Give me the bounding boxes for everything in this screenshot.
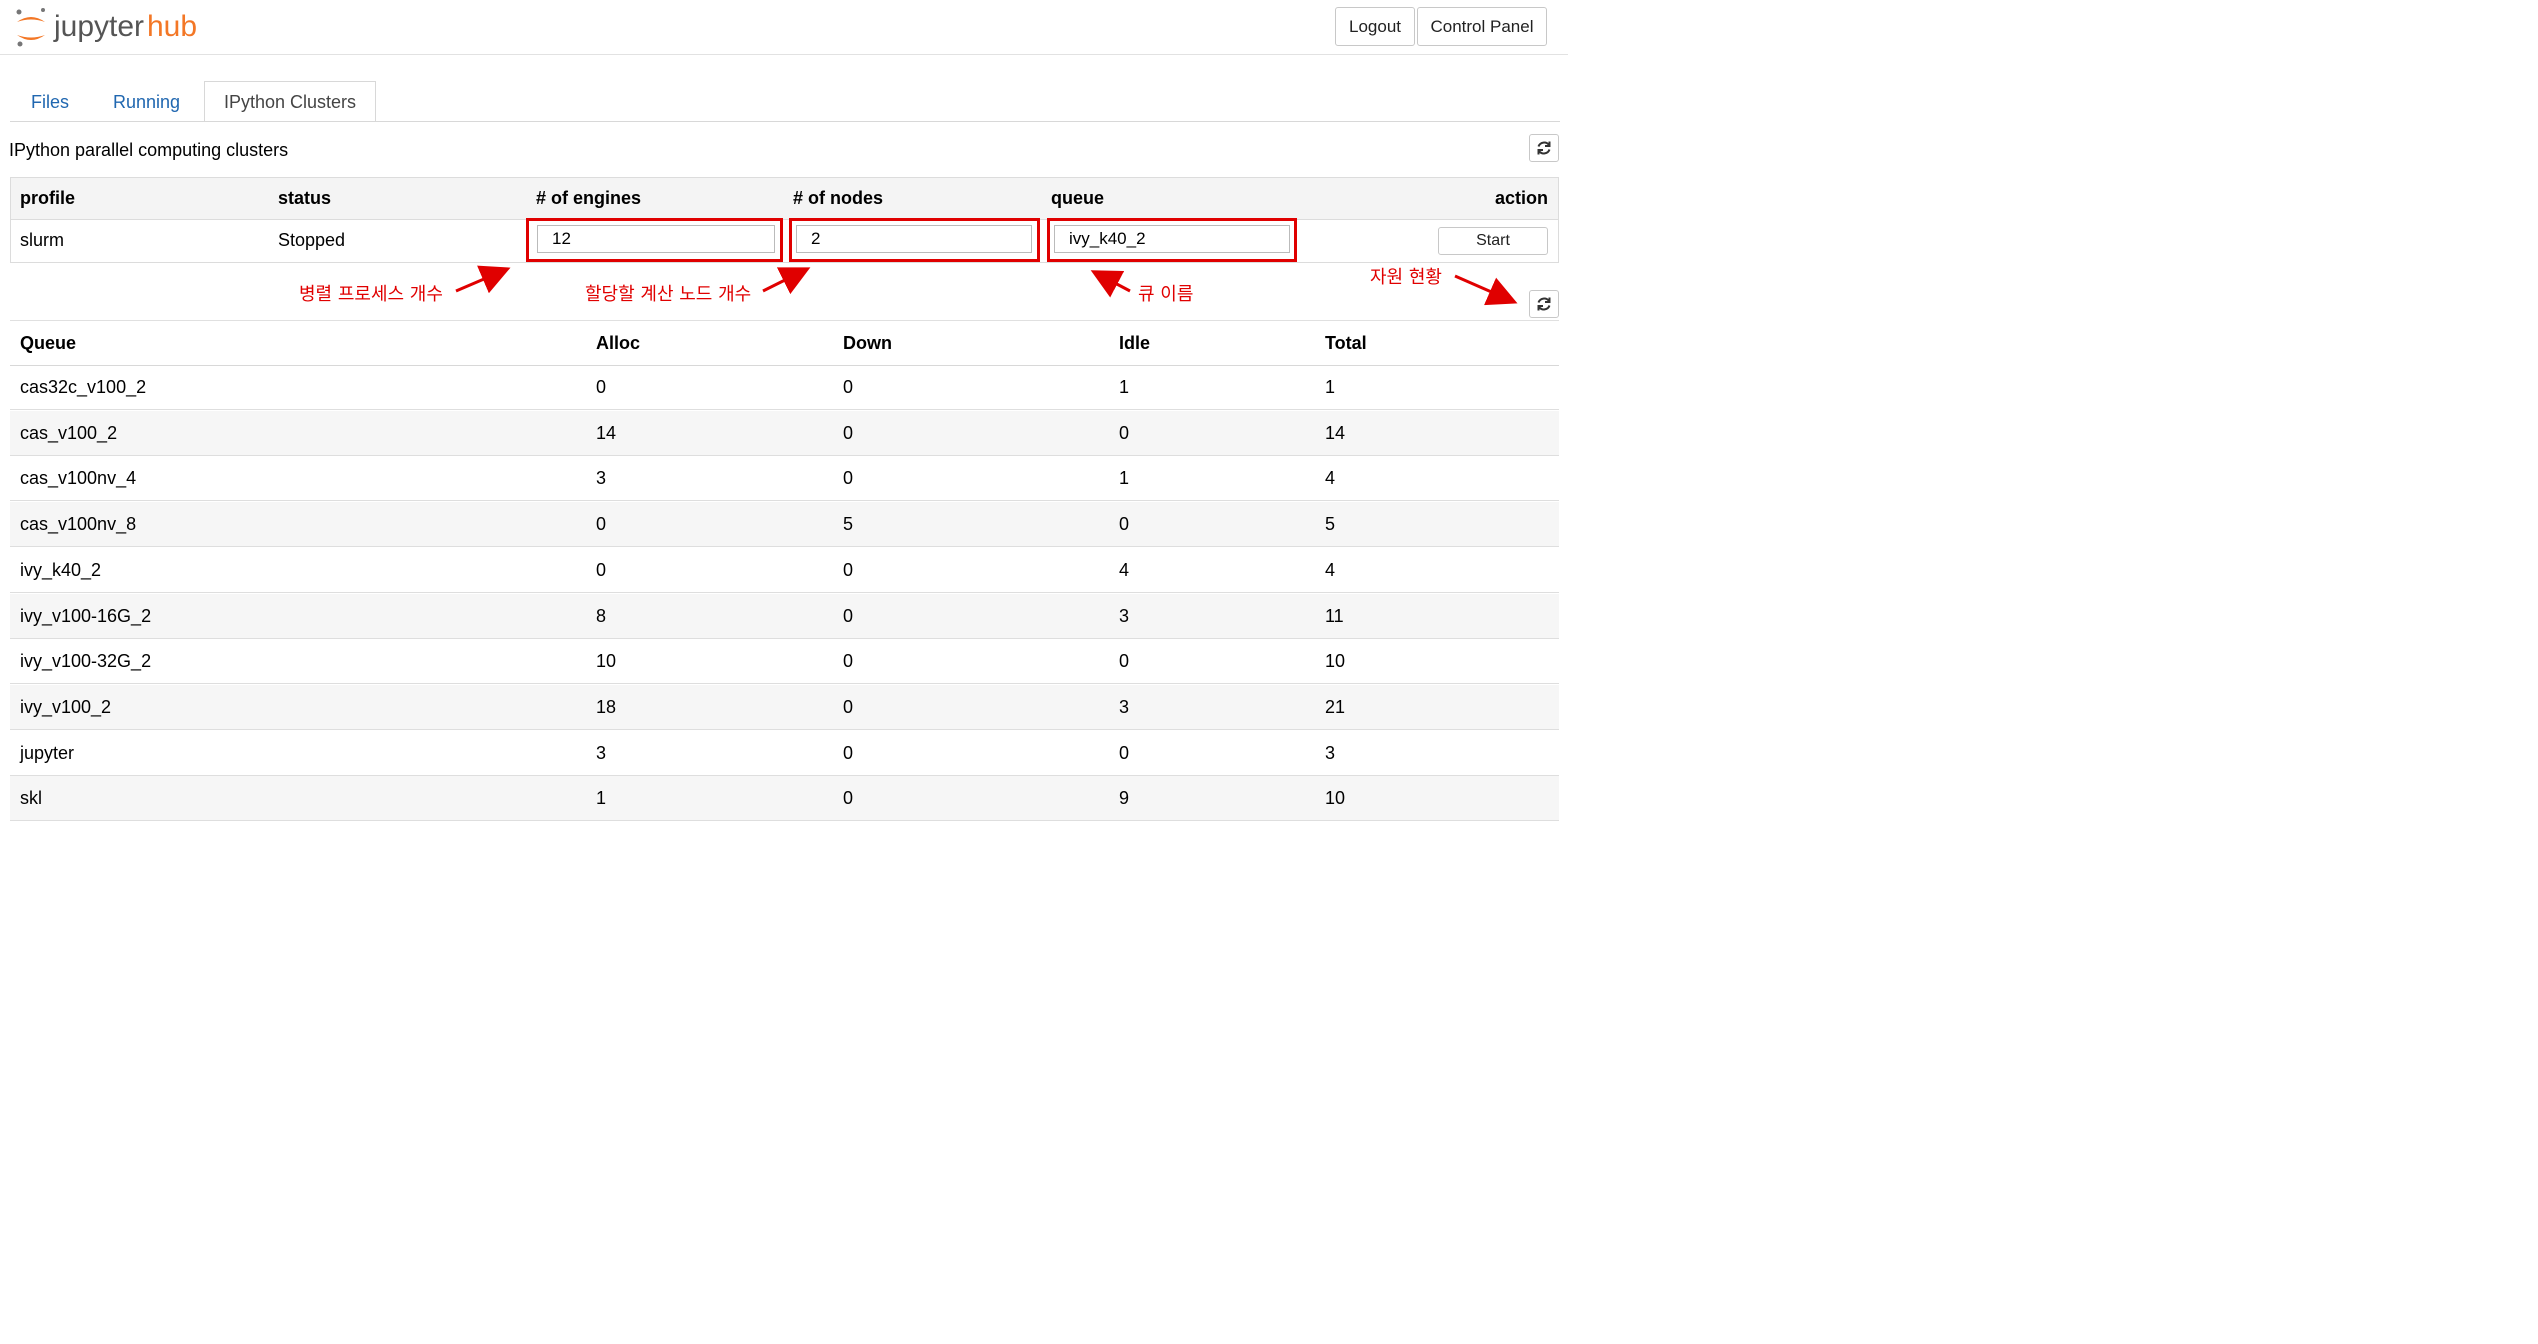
down-cell: 0 [843,559,854,580]
alloc-cell: 10 [596,651,617,672]
table-row: cas_v100nv_4 3 0 1 4 [10,456,1559,502]
total-cell: 5 [1325,514,1336,535]
idle-cell: 0 [1119,742,1130,763]
total-cell: 4 [1325,559,1336,580]
table-row: ivy_v100-16G_2 8 0 3 11 [10,593,1559,639]
col-total: Total [1325,333,1367,353]
down-cell: 0 [843,696,854,717]
col-idle: Idle [1119,333,1151,353]
queue-name-cell: ivy_v100-32G_2 [20,651,152,672]
arrow-queue-icon [1090,270,1131,298]
idle-cell: 1 [1119,468,1130,489]
idle-cell: 4 [1119,559,1130,580]
arrow-nodes-icon [762,267,811,295]
arrow-engines-icon [455,265,511,294]
table-row: ivy_k40_2 0 0 4 4 [10,548,1559,593]
idle-cell: 1 [1119,377,1130,397]
idle-cell: 0 [1119,651,1130,672]
down-cell: 5 [843,514,854,535]
alloc-cell: 14 [596,422,617,443]
alloc-cell: 1 [596,788,607,809]
table-row: ivy_v100-32G_2 10 0 0 10 [10,639,1559,685]
table-row: cas_v100_2 14 0 0 14 [10,410,1559,456]
total-cell: 3 [1325,742,1336,763]
table-row: cas32c_v100_2 0 0 1 1 [10,365,1559,410]
idle-cell: 0 [1119,514,1130,535]
total-cell: 4 [1325,468,1336,489]
idle-cell: 0 [1119,422,1130,443]
idle-cell: 3 [1119,605,1130,626]
down-cell: 0 [843,377,854,397]
table-row: jupyter 3 0 0 3 [10,731,1559,776]
annotation-arrows [455,265,1518,306]
idle-cell: 9 [1119,788,1130,809]
down-cell: 0 [843,788,854,809]
col-down: Down [843,333,892,353]
alloc-cell: 0 [596,514,607,535]
down-cell: 0 [843,651,854,672]
alloc-cell: 0 [596,377,607,397]
table-row: cas_v100nv_8 0 5 0 5 [10,502,1559,548]
alloc-cell: 8 [596,605,607,626]
total-cell: 10 [1325,788,1346,809]
queue-name-cell: jupyter [20,742,75,763]
queue-name-cell: cas32c_v100_2 [20,377,147,397]
queue-name-cell: skl [20,788,42,809]
table-row: ivy_v100_2 18 0 3 21 [10,684,1559,730]
total-cell: 10 [1325,651,1346,672]
queues-refresh-button[interactable] [1529,290,1559,318]
col-alloc: Alloc [596,333,641,353]
alloc-cell: 3 [596,742,607,763]
down-cell: 0 [843,742,854,763]
alloc-cell: 0 [596,559,607,580]
down-cell: 0 [843,422,854,443]
alloc-cell: 18 [596,696,617,717]
total-cell: 14 [1325,422,1346,443]
idle-cell: 3 [1119,696,1130,717]
table-row: skl 1 0 9 10 [10,776,1559,822]
total-cell: 1 [1325,377,1336,397]
down-cell: 0 [843,468,854,489]
queue-name-cell: ivy_v100_2 [20,696,112,717]
refresh-icon [1537,297,1551,311]
queue-name-cell: cas_v100nv_4 [20,468,137,489]
queues-table-header: Queue Alloc Down Idle Total [10,320,1559,366]
total-cell: 21 [1325,696,1346,717]
queue-name-cell: cas_v100_2 [20,422,118,443]
queue-name-cell: ivy_v100-16G_2 [20,605,152,626]
queue-name-cell: cas_v100nv_8 [20,514,137,535]
queue-name-cell: ivy_k40_2 [20,559,102,580]
col-queue-name: Queue [20,333,77,353]
arrow-resources-icon [1454,274,1518,306]
alloc-cell: 3 [596,468,607,489]
total-cell: 11 [1325,605,1344,626]
down-cell: 0 [843,605,854,626]
